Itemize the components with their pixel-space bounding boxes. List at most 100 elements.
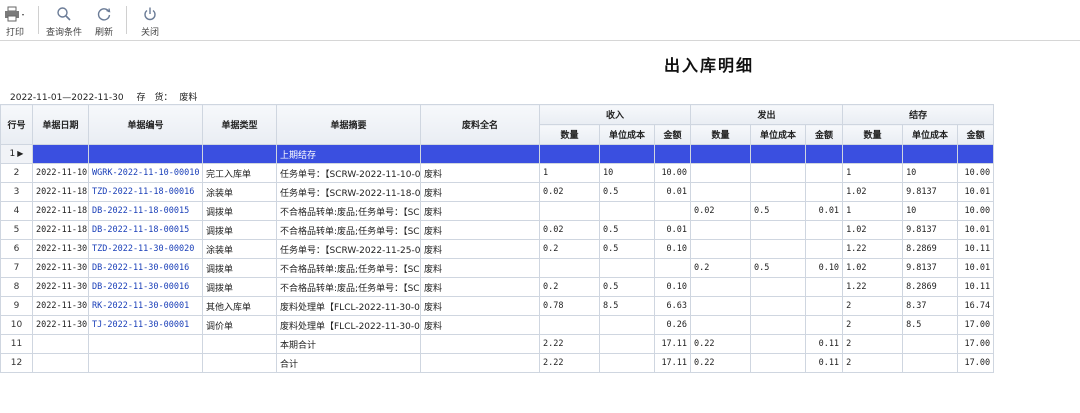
cell-bal-qty: 1.22 — [842, 239, 904, 259]
col-out-qty[interactable]: 数量 — [690, 124, 752, 145]
cell-doc-no[interactable]: TZD-2022-11-30-00020 — [88, 239, 203, 259]
cell-text: 10 — [906, 168, 917, 178]
cell-out-qty: 0.22 — [690, 353, 752, 373]
cell-out-unit-cost — [750, 239, 807, 259]
cell-material — [420, 144, 540, 164]
cell-text: 1.02 — [846, 187, 867, 197]
cell-material: 废料 — [420, 258, 540, 278]
cell-text: 0.02 — [543, 187, 564, 197]
cell-material: 废料 — [420, 163, 540, 183]
cell-doc-no[interactable]: DB-2022-11-30-00016 — [88, 277, 203, 297]
cell-out-unit-cost: 0.5 — [750, 258, 807, 278]
col-in-unit-cost[interactable]: 单位成本 — [599, 124, 655, 145]
cell-in-amount: 6.63 — [653, 296, 692, 316]
cell-text: 8 — [13, 282, 20, 292]
table-row[interactable]: 1 ▶ 上期结存 — [0, 144, 995, 164]
table-row[interactable]: 10 2022-11-30 TJ-2022-11-30-00001 调价单 废料处理单【… — [0, 315, 995, 335]
cell-material: 废料 — [420, 277, 540, 297]
cell-text: 9.8137 — [906, 187, 937, 197]
cell-doc-no[interactable]: RK-2022-11-30-00001 — [88, 296, 203, 316]
cell-out-amount — [805, 182, 844, 202]
refresh-button[interactable]: 刷新 — [92, 2, 116, 38]
cell-doc-no[interactable]: DB-2022-11-30-00016 — [88, 258, 203, 278]
search-icon — [56, 2, 72, 22]
cell-text: 0.5 — [754, 263, 770, 273]
row-number: 12 — [0, 353, 33, 373]
cell-doc-no[interactable]: DB-2022-11-18-00015 — [88, 201, 203, 221]
print-button[interactable]: 打印 — [2, 2, 28, 38]
col-bal-qty[interactable]: 数量 — [842, 124, 904, 145]
cell-text: DB-2022-11-18-00015 — [92, 206, 190, 216]
cell-out-unit-cost — [750, 277, 807, 297]
col-doc-date[interactable]: 单据日期 — [32, 104, 89, 145]
col-out-amount[interactable]: 金额 — [805, 124, 844, 145]
table-row[interactable]: 8 2022-11-30 DB-2022-11-30-00016 调拨单 不合格品转单:… — [0, 277, 995, 297]
table-row[interactable]: 2 2022-11-10 WGRK-2022-11-10-00010 完工入库单 任务单… — [0, 163, 995, 183]
table-row[interactable]: 3 2022-11-18 TZD-2022-11-18-00016 涂装单 任务单号：【… — [0, 182, 995, 202]
close-button[interactable]: 关闭 — [138, 2, 162, 38]
cell-in-amount: 17.11 — [653, 353, 692, 373]
col-in-qty[interactable]: 数量 — [539, 124, 600, 145]
cell-in-amount — [653, 201, 692, 221]
stock-label: 存 货： — [136, 93, 173, 103]
cell-text: 废料 — [424, 321, 443, 332]
cell-text: 2 — [13, 168, 20, 178]
col-out-unit-cost[interactable]: 单位成本 — [750, 124, 807, 145]
table-row[interactable]: 6 2022-11-30 TZD-2022-11-30-00020 涂装单 任务单号：【… — [0, 239, 995, 259]
cell-in-unit-cost: 0.5 — [599, 182, 655, 202]
cell-doc-no[interactable] — [88, 144, 203, 164]
close-label: 关闭 — [140, 28, 159, 38]
cell-text: 2022-11-18 — [36, 225, 88, 235]
cell-bal-unit-cost — [902, 144, 959, 164]
cell-in-unit-cost: 8.5 — [599, 296, 655, 316]
cell-date: 2022-11-18 — [32, 220, 89, 240]
cell-in-qty: 0.02 — [539, 220, 600, 240]
cell-bal-amount: 17.00 — [957, 353, 995, 373]
cell-doc-no[interactable]: TJ-2022-11-30-00001 — [88, 315, 203, 335]
cell-out-qty — [690, 239, 752, 259]
cell-in-unit-cost — [599, 201, 655, 221]
cell-in-amount: 0.10 — [653, 239, 692, 259]
query-button[interactable]: 查询条件 — [44, 2, 84, 38]
cell-out-qty — [690, 315, 752, 335]
table-row[interactable]: 7 2022-11-30 DB-2022-11-30-00016 调拨单 不合格品转单:… — [0, 258, 995, 278]
cell-doc-no[interactable] — [88, 334, 203, 354]
table-row[interactable]: 12 合计 2.22 17.11 0.22 0.11 2 17.00 — [0, 353, 995, 373]
table-row[interactable]: 9 2022-11-30 RK-2022-11-30-00001 其他入库单 废料处理单… — [0, 296, 995, 316]
cell-date: 2022-11-30 — [32, 296, 89, 316]
col-summary[interactable]: 单据摘要 — [276, 104, 421, 145]
cell-text: 0.11 — [818, 339, 840, 349]
cell-text: 9.8137 — [906, 263, 937, 273]
cell-doc-type: 涂装单 — [202, 239, 277, 259]
cell-doc-no[interactable] — [88, 353, 203, 373]
col-in-amount[interactable]: 金额 — [653, 124, 692, 145]
cell-doc-type: 调拨单 — [202, 201, 277, 221]
cell-text: 废料 — [424, 188, 443, 199]
cell-text: 完工入库单 — [206, 169, 252, 180]
col-row-no[interactable]: 行号 — [0, 104, 33, 145]
cell-bal-unit-cost — [902, 353, 959, 373]
col-doc-type[interactable]: 单据类型 — [202, 104, 277, 145]
col-material[interactable]: 废料全名 — [420, 104, 540, 145]
cell-in-qty: 0.2 — [539, 277, 600, 297]
cell-text: TZD-2022-11-18-00016 — [92, 187, 195, 197]
table-row[interactable]: 11 本期合计 2.22 17.11 0.22 0.11 2 17.00 — [0, 334, 995, 354]
cell-doc-no[interactable]: TZD-2022-11-18-00016 — [88, 182, 203, 202]
cell-text: 0.01 — [818, 206, 840, 216]
cell-text: 9.8137 — [906, 225, 937, 235]
col-bal-amount[interactable]: 金额 — [957, 124, 995, 145]
col-doc-no[interactable]: 单据编号 — [88, 104, 203, 145]
cell-doc-no[interactable]: DB-2022-11-18-00015 — [88, 220, 203, 240]
cell-text: 10 — [603, 168, 614, 178]
cell-text: 2 — [846, 320, 852, 330]
col-bal-unit-cost[interactable]: 单位成本 — [902, 124, 959, 145]
cell-out-amount: 0.11 — [805, 353, 844, 373]
cell-text: 10.01 — [964, 225, 991, 235]
cell-out-amount — [805, 239, 844, 259]
cell-doc-no[interactable]: WGRK-2022-11-10-00010 — [88, 163, 203, 183]
report-grid: 行号 单据日期 单据编号 单据类型 单据摘要 废料全名 收入 发出 结存 数量 … — [0, 104, 995, 373]
cell-text: 废料 — [424, 264, 443, 275]
cell-doc-type: 完工入库单 — [202, 163, 277, 183]
table-row[interactable]: 4 2022-11-18 DB-2022-11-18-00015 调拨单 不合格品转单:… — [0, 201, 995, 221]
table-row[interactable]: 5 2022-11-18 DB-2022-11-18-00015 调拨单 不合格品转单:… — [0, 220, 995, 240]
